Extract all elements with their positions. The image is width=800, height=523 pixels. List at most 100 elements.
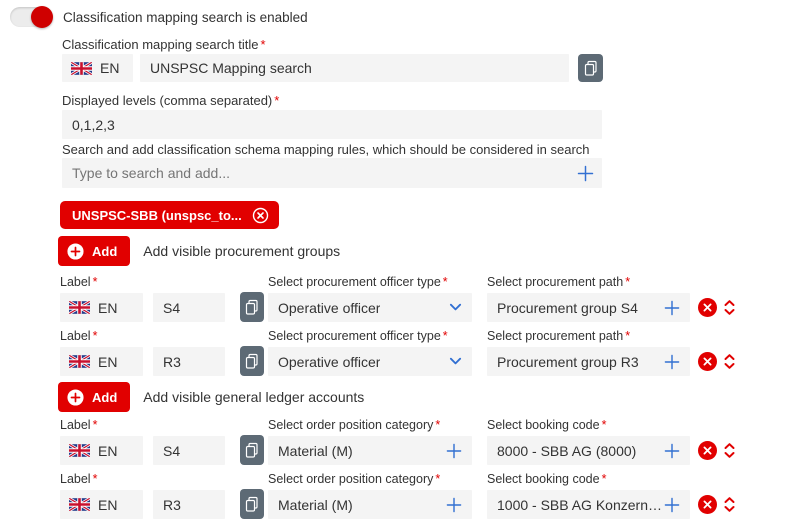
label-text: Select booking code [487, 472, 600, 486]
row-label-input[interactable] [153, 490, 225, 519]
language-code: EN [100, 60, 119, 76]
officer-type-dropdown[interactable]: Operative officer [268, 293, 472, 322]
required-mark: * [274, 93, 279, 108]
required-mark: * [93, 275, 98, 289]
picker-value: Procurement group R3 [497, 354, 639, 370]
row-label-input[interactable] [153, 347, 225, 376]
label-text: Select order position category [268, 472, 433, 486]
picker-value: 1000 - SBB AG Konzernbe... [497, 497, 664, 513]
title-field-row: EN [62, 54, 603, 82]
toggle-knob [31, 6, 53, 28]
uk-flag-icon [69, 498, 90, 511]
row-label-input[interactable] [153, 293, 225, 322]
toggle-row: Classification mapping search is enabled [10, 7, 308, 27]
copy-icon [244, 442, 260, 459]
procurement-path-picker[interactable]: Procurement group R3 [487, 347, 690, 376]
label-text: Label [60, 329, 91, 343]
reorder-row-control[interactable] [723, 352, 736, 371]
row-language-selector[interactable]: EN [60, 347, 143, 376]
row-label-input[interactable] [153, 436, 225, 465]
officer-type-dropdown[interactable]: Operative officer [268, 347, 472, 376]
title-input[interactable] [140, 54, 569, 82]
required-mark: * [602, 472, 607, 486]
order-category-picker[interactable]: Material (M) [268, 436, 472, 465]
copy-label-button[interactable] [240, 292, 264, 322]
levels-field-label: Displayed levels (comma separated)* [62, 93, 279, 108]
mapping-search-description: Search and add classification schema map… [62, 142, 590, 157]
levels-input[interactable] [62, 110, 602, 139]
title-field-label-text: Classification mapping search title [62, 37, 259, 52]
delete-row-button[interactable] [698, 441, 717, 460]
title-language-selector[interactable]: EN [62, 54, 133, 82]
add-mapping-rule-button[interactable] [577, 165, 594, 182]
label-field-label: Label* [60, 275, 225, 290]
language-code: EN [98, 354, 117, 370]
procurement-group-row: Label* EN Select procurement officer typ… [60, 275, 736, 322]
procurement-path-picker[interactable]: Procurement group S4 [487, 293, 690, 322]
delete-icon [698, 298, 717, 317]
picker-value: Material (M) [278, 497, 353, 513]
classification-search-toggle[interactable] [10, 7, 52, 27]
required-mark: * [625, 275, 630, 289]
picker-value: Material (M) [278, 443, 353, 459]
required-mark: * [93, 418, 98, 432]
classification-mapping-form: Classification mapping search is enabled… [0, 0, 800, 523]
ledger-section-heading: Add visible general ledger accounts [143, 389, 364, 405]
copy-icon [244, 353, 260, 370]
sort-up-down-icon [723, 441, 736, 460]
copy-icon [583, 60, 599, 77]
delete-icon [698, 352, 717, 371]
copy-label-button[interactable] [240, 346, 264, 376]
picker-value: Procurement group S4 [497, 300, 638, 316]
reorder-row-control[interactable] [723, 298, 736, 317]
procurement-add-row: Add Add visible procurement groups [58, 236, 340, 266]
reorder-row-control[interactable] [723, 441, 736, 460]
uk-flag-icon [69, 301, 90, 314]
procurement-section-heading: Add visible procurement groups [143, 243, 340, 259]
required-mark: * [435, 472, 440, 486]
order-category-picker[interactable]: Material (M) [268, 490, 472, 519]
delete-row-button[interactable] [698, 352, 717, 371]
copy-title-button[interactable] [578, 54, 603, 82]
booking-code-picker[interactable]: 1000 - SBB AG Konzernbe... [487, 490, 690, 519]
copy-label-button[interactable] [240, 489, 264, 519]
procurement-path-label: Select procurement path* [487, 329, 690, 344]
officer-type-label: Select procurement officer type* [268, 329, 472, 344]
label-text: Label [60, 418, 91, 432]
toggle-label: Classification mapping search is enabled [63, 10, 308, 25]
dropdown-value: Operative officer [278, 354, 380, 370]
order-category-label: Select order position category* [268, 418, 472, 433]
dropdown-value: Operative officer [278, 300, 380, 316]
add-ledger-account-button[interactable]: Add [58, 382, 130, 412]
label-text: Select procurement officer type [268, 275, 441, 289]
mapping-search-input[interactable] [62, 158, 577, 188]
delete-row-button[interactable] [698, 298, 717, 317]
order-category-label: Select order position category* [268, 472, 472, 487]
copy-icon [244, 299, 260, 316]
sort-up-down-icon [723, 495, 736, 514]
plus-icon [446, 443, 462, 459]
delete-row-button[interactable] [698, 495, 717, 514]
add-procurement-group-button[interactable]: Add [58, 236, 130, 266]
required-mark: * [261, 37, 266, 52]
required-mark: * [93, 329, 98, 343]
uk-flag-icon [71, 62, 92, 75]
language-code: EN [98, 443, 117, 459]
mapping-rule-chip[interactable]: UNSPSC-SBB (unspsc_to... [60, 201, 279, 229]
label-text: Select procurement path [487, 275, 623, 289]
copy-label-button[interactable] [240, 435, 264, 465]
remove-chip-button[interactable] [252, 207, 269, 224]
mapping-search-box [62, 158, 602, 188]
officer-type-label: Select procurement officer type* [268, 275, 472, 290]
row-language-selector[interactable]: EN [60, 293, 143, 322]
row-language-selector[interactable]: EN [60, 490, 143, 519]
required-mark: * [93, 472, 98, 486]
title-field-label: Classification mapping search title* [62, 37, 266, 52]
label-text: Select booking code [487, 418, 600, 432]
row-language-selector[interactable]: EN [60, 436, 143, 465]
chip-label: UNSPSC-SBB (unspsc_to... [72, 208, 242, 223]
label-text: Select procurement officer type [268, 329, 441, 343]
reorder-row-control[interactable] [723, 495, 736, 514]
booking-code-picker[interactable]: 8000 - SBB AG (8000) [487, 436, 690, 465]
ledger-account-row: Label* EN Select order position category… [60, 418, 736, 465]
